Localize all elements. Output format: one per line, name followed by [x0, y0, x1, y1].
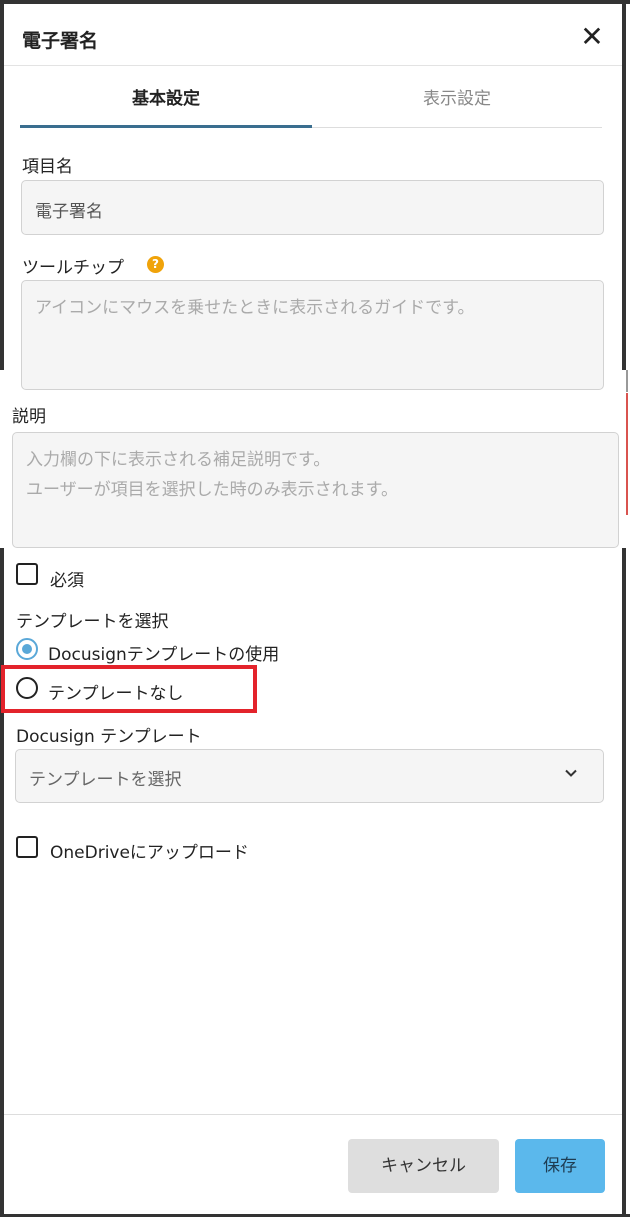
close-icon[interactable]: ✕ [577, 22, 607, 52]
tooltip-placeholder: アイコンにマウスを乗せたときに表示されるガイドです。 [35, 298, 475, 318]
radio-use-docusign-template-label: Docusignテンプレートの使用 [48, 645, 280, 665]
tab-basic-settings[interactable]: 基本設定 [20, 66, 312, 128]
tooltip-label: ツールチップ [22, 258, 124, 278]
description-label: 説明 [12, 407, 46, 427]
chevron-down-icon [565, 769, 577, 777]
frame-border-right [622, 0, 626, 1225]
tab-display-settings[interactable]: 表示設定 [312, 66, 602, 128]
radio-use-docusign-template[interactable] [16, 638, 38, 660]
cancel-button[interactable]: キャンセル [348, 1139, 499, 1193]
dialog-title: 電子署名 [22, 30, 99, 52]
onedrive-checkbox[interactable] [16, 836, 38, 858]
docusign-template-label: Docusign テンプレート [16, 727, 202, 747]
onedrive-label: OneDriveにアップロード [50, 843, 249, 863]
help-icon[interactable]: ? [147, 256, 164, 273]
description-textarea[interactable]: 入力欄の下に表示される補足説明です。 ユーザーが項目を選択した時のみ表示されます… [12, 432, 619, 548]
item-name-input[interactable]: 電子署名 [21, 180, 604, 235]
frame-gap-left [0, 370, 4, 548]
item-name-value: 電子署名 [35, 202, 103, 222]
highlight-box [1, 665, 257, 713]
save-button[interactable]: 保存 [515, 1139, 605, 1193]
frame-border-bottom [0, 1214, 630, 1225]
frame-border-left [0, 0, 4, 1225]
footer-divider [4, 1114, 622, 1115]
dialog-header: 電子署名 ✕ [4, 4, 622, 66]
side-mark-red [626, 393, 628, 515]
tooltip-textarea[interactable]: アイコンにマウスを乗せたときに表示されるガイドです。 [21, 280, 604, 390]
item-name-label: 項目名 [22, 157, 73, 177]
side-mark-gray [626, 370, 628, 392]
template-choice-label: テンプレートを選択 [16, 612, 169, 632]
required-checkbox[interactable] [16, 563, 38, 585]
dialog: 電子署名 ✕ 基本設定 表示設定 項目名 電子署名 ツールチップ ? アイコンに… [0, 0, 630, 1225]
docusign-template-select[interactable]: テンプレートを選択 [15, 749, 604, 803]
tab-bar: 基本設定 表示設定 [20, 66, 602, 128]
docusign-template-select-value: テンプレートを選択 [29, 770, 182, 790]
description-placeholder: 入力欄の下に表示される補足説明です。 ユーザーが項目を選択した時のみ表示されます… [26, 450, 398, 500]
required-label: 必須 [50, 571, 84, 591]
